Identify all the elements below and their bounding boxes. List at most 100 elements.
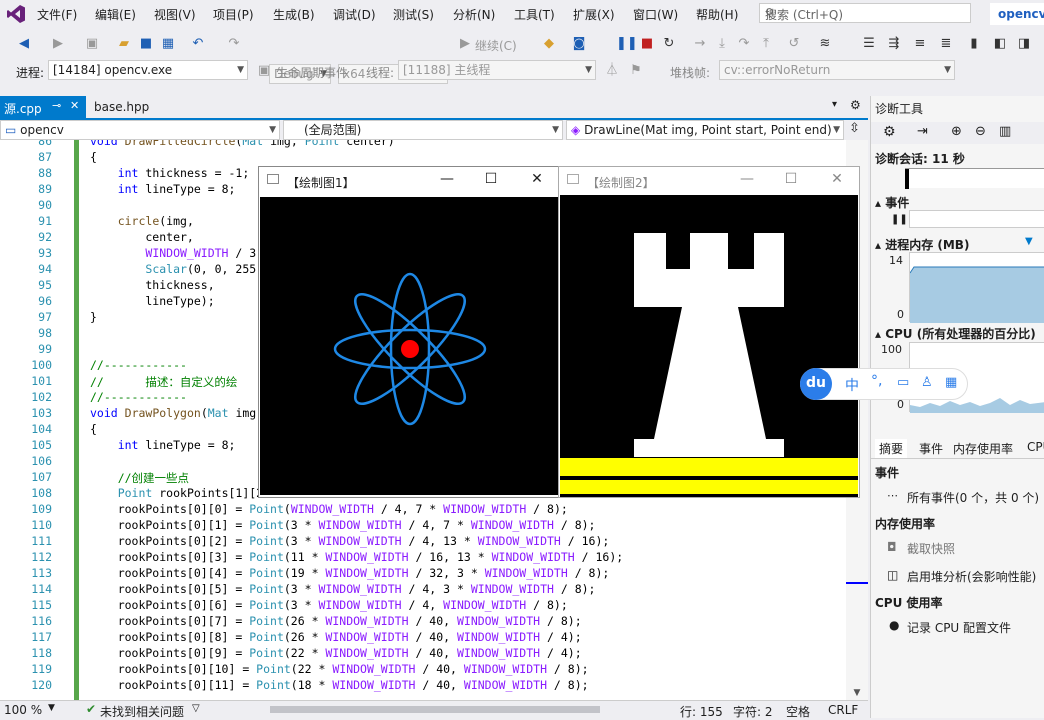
line-indicator[interactable]: 行: 155	[680, 703, 723, 720]
settings-gear-icon[interactable]: ⚙	[850, 98, 861, 112]
next-bookmark-icon[interactable]: ◨	[1016, 36, 1032, 52]
tab-summary[interactable]: 摘要	[875, 439, 908, 458]
ime-menu-grid-icon[interactable]: ▦	[945, 375, 957, 390]
stack-frame-select[interactable]: cv::errorNoReturn ▼	[719, 60, 955, 80]
save-all-icon[interactable]: ▦	[160, 36, 176, 52]
search-box[interactable]: 搜索 (Ctrl+Q) ⚲	[759, 3, 971, 23]
new-project-icon[interactable]: ▣	[84, 36, 100, 52]
minimize-icon[interactable]: —	[437, 171, 457, 187]
continue-button[interactable]: 继续(C)	[475, 37, 517, 54]
menu-project[interactable]: 项目(P)	[213, 6, 254, 23]
menu-help[interactable]: 帮助(H)	[696, 6, 738, 23]
step-out-icon[interactable]: ⤒	[758, 36, 774, 52]
menu-file[interactable]: 文件(F)	[37, 6, 77, 23]
thread-select[interactable]: [11188] 主线程 ▼	[398, 60, 596, 80]
menu-test[interactable]: 测试(S)	[393, 6, 434, 23]
issues-text[interactable]: 未找到相关问题	[100, 703, 184, 720]
menu-window[interactable]: 窗口(W)	[633, 6, 678, 23]
tab-cpu[interactable]: CPU	[1027, 440, 1044, 454]
horizontal-scroll-thumb[interactable]	[270, 706, 600, 713]
record-cpu-profile-button[interactable]: 记录 CPU 配置文件	[907, 619, 1011, 636]
tab-events[interactable]: 事件	[919, 440, 943, 457]
thread-icon[interactable]: ≋	[817, 36, 833, 52]
flag-icon[interactable]: ⚑	[628, 63, 644, 79]
show-next-statement-icon[interactable]: →	[692, 36, 708, 52]
bookmark-icon[interactable]: ▮	[966, 36, 982, 52]
prev-bookmark-icon[interactable]: ◧	[992, 36, 1008, 52]
pause-icon[interactable]: ❚❚	[616, 36, 638, 52]
stop-icon[interactable]: ■	[639, 36, 655, 52]
enable-heap-profiling-link[interactable]: 启用堆分析(会影响性能)	[907, 568, 1036, 585]
solution-name[interactable]: opencv	[990, 3, 1044, 25]
menu-build[interactable]: 生成(B)	[273, 6, 315, 23]
pause-icon[interactable]: ❚❚	[891, 214, 908, 225]
take-snapshot-button[interactable]: 截取快照	[907, 540, 955, 557]
close-icon[interactable]: ✕	[827, 171, 847, 187]
hot-reload-icon[interactable]: ↺	[786, 36, 802, 52]
minimize-icon[interactable]: —	[737, 171, 757, 187]
attach-icon[interactable]: ◆	[541, 36, 557, 52]
align-icon[interactable]: ☰	[861, 36, 877, 52]
menu-analyze[interactable]: 分析(N)	[453, 6, 495, 23]
menu-edit[interactable]: 编辑(E)	[95, 6, 136, 23]
menu-tools[interactable]: 工具(T)	[514, 6, 555, 23]
open-file-icon[interactable]: ▰	[116, 36, 132, 52]
menu-extensions[interactable]: 扩展(X)	[573, 6, 615, 23]
comment-icon[interactable]: ≡	[912, 36, 928, 52]
redo-icon[interactable]: ↷	[226, 36, 242, 52]
project-select[interactable]: ▭ opencv ▼	[0, 120, 280, 140]
eol-indicator[interactable]: CRLF	[828, 703, 858, 717]
pin-icon[interactable]: ⊸	[52, 99, 61, 112]
code-line: Point rookPoints[1][2	[117, 486, 264, 500]
whitespace-indicator[interactable]: 空格	[786, 703, 810, 720]
column-indicator[interactable]: 字符: 2	[733, 703, 773, 720]
settings-gear-icon[interactable]: ⚙	[883, 124, 896, 140]
scroll-down-icon[interactable]: ▼	[849, 688, 865, 698]
ime-toolbar[interactable]: du 中 °, ▭ ♙ ▦	[800, 368, 968, 400]
back-icon[interactable]: ◀	[16, 36, 32, 52]
zoom-in-icon[interactable]: ⊕	[951, 124, 962, 139]
lifecycle-events-button[interactable]: 生命周期事件	[276, 64, 348, 81]
uncomment-icon[interactable]: ≣	[938, 36, 954, 52]
tab-list-dropdown-icon[interactable]: ▾	[832, 99, 837, 110]
process-select[interactable]: [14184] opencv.exe ▼	[48, 60, 248, 80]
close-icon[interactable]: ✕	[70, 99, 79, 112]
zoom-out-icon[interactable]: ⊖	[975, 124, 986, 139]
save-icon[interactable]: ■	[138, 36, 154, 52]
visual-studio-logo-icon[interactable]	[6, 4, 26, 24]
ime-skin-icon[interactable]: ▭	[897, 375, 909, 390]
screenshot-icon[interactable]: ◙	[571, 36, 587, 52]
undo-icon[interactable]: ↶	[190, 36, 206, 52]
step-into-icon[interactable]: ⤓	[714, 36, 730, 52]
tab-source-cpp[interactable]: 源.cpp ⊸ ✕	[0, 96, 86, 118]
member-select[interactable]: ◈ DrawLine(Mat img, Point start, Point e…	[566, 120, 844, 140]
restart-icon[interactable]: ↻	[661, 36, 677, 52]
menu-debug[interactable]: 调试(D)	[333, 6, 376, 23]
chevron-down-icon[interactable]: ▼	[48, 703, 55, 713]
play-icon[interactable]: ▶	[457, 36, 473, 52]
menu-view[interactable]: 视图(V)	[154, 6, 196, 23]
split-editor-icon[interactable]: ⇳	[849, 121, 860, 136]
atom-drawing	[333, 272, 487, 426]
filter-icon[interactable]: ▽	[192, 703, 200, 714]
chart-icon[interactable]: ▥	[999, 124, 1011, 139]
maximize-icon[interactable]: ☐	[481, 171, 501, 187]
all-events-link[interactable]: 所有事件(0 个，共 0 个)	[907, 489, 1039, 506]
export-icon[interactable]: ⇥	[917, 124, 928, 139]
filter-icon[interactable]: ⏃	[604, 63, 620, 79]
baidu-ime-logo-icon[interactable]: du	[800, 368, 832, 400]
format-icon[interactable]: ⇶	[886, 36, 902, 52]
maximize-icon[interactable]: ☐	[781, 171, 801, 187]
tab-base-hpp[interactable]: base.hpp	[88, 96, 166, 118]
scope-select[interactable]: (全局范围) ▼	[283, 120, 563, 140]
step-over-icon[interactable]: ↷	[736, 36, 752, 52]
forward-icon[interactable]: ▶	[50, 36, 66, 52]
ime-user-icon[interactable]: ♙	[921, 375, 933, 390]
draw-window-2[interactable]: 【绘制图2】 — ☐ ✕	[558, 166, 860, 498]
draw-window-1[interactable]: 【绘制图1】 — ☐ ✕	[258, 166, 560, 498]
ime-language-toggle[interactable]: 中	[845, 375, 859, 395]
ime-punctuation-toggle[interactable]: °,	[871, 373, 882, 389]
zoom-level[interactable]: 100 %	[4, 703, 42, 717]
close-icon[interactable]: ✕	[527, 171, 547, 187]
tab-memory[interactable]: 内存使用率	[953, 440, 1013, 457]
